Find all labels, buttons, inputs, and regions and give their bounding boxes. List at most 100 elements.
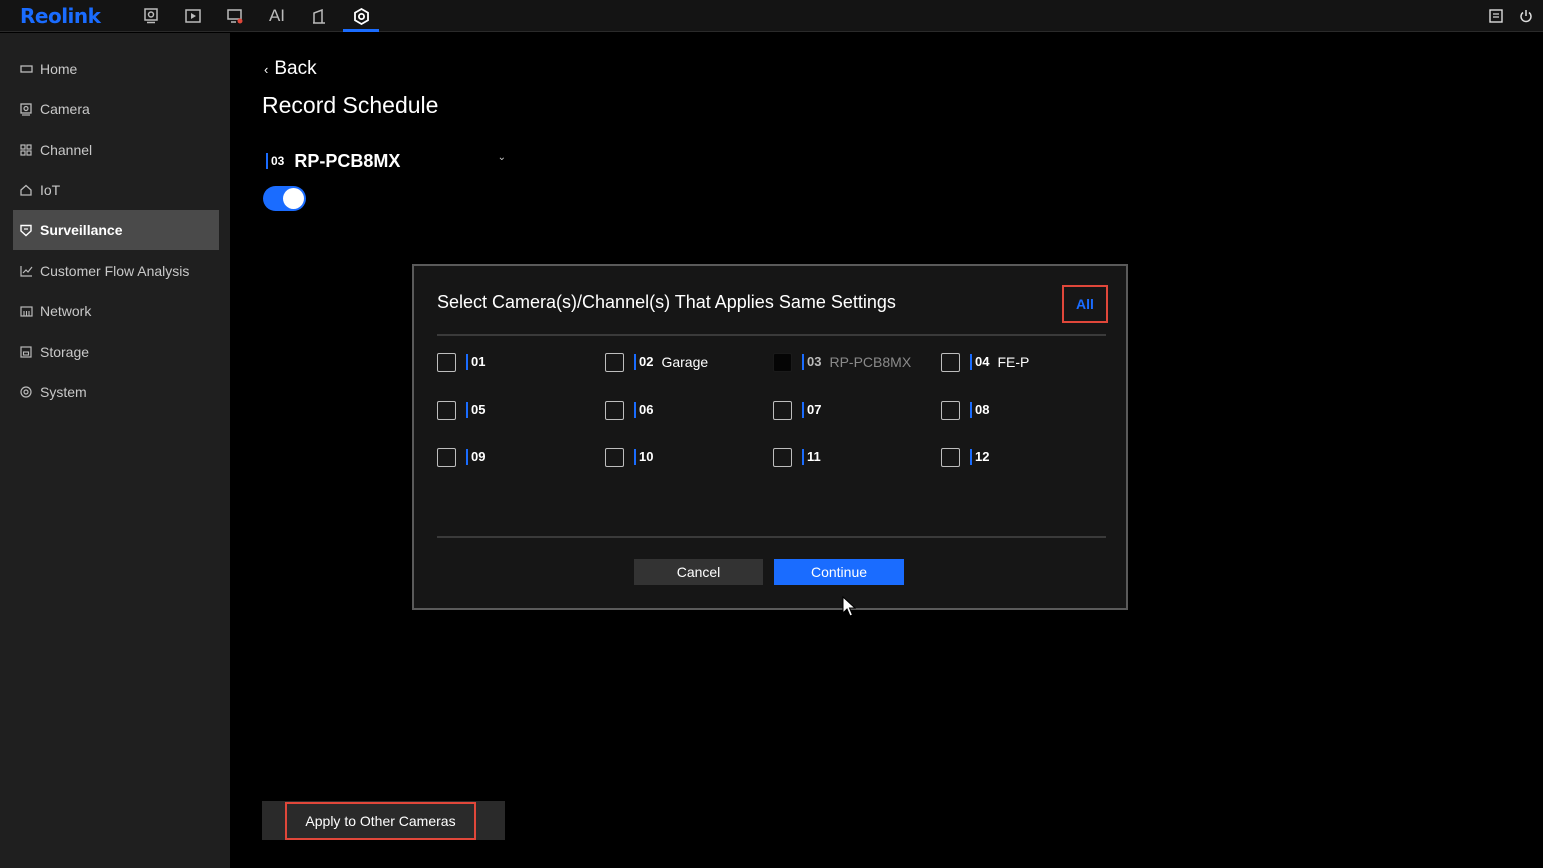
notes-button[interactable] xyxy=(1489,9,1503,23)
chart-icon xyxy=(19,264,33,278)
power-icon xyxy=(1520,10,1532,23)
sidebar-item-camera[interactable]: Camera xyxy=(13,89,219,129)
channel-option-number: 12 xyxy=(970,449,989,465)
nav-playback[interactable] xyxy=(172,0,214,32)
nav-alarm[interactable] xyxy=(214,0,256,32)
channel-option-number: 10 xyxy=(634,449,653,465)
storage-icon xyxy=(19,345,33,359)
apply-to-other-cameras-button[interactable]: Apply to Other Cameras xyxy=(285,802,476,840)
divider xyxy=(437,536,1106,538)
reolink-logo: Reolink xyxy=(20,4,101,28)
sidebar-item-home[interactable]: Home xyxy=(13,49,219,89)
apply-settings-dialog: Select Camera(s)/Channel(s) That Applies… xyxy=(412,264,1128,617)
sidebar-item-label: Network xyxy=(40,303,92,319)
checkbox[interactable] xyxy=(605,447,624,467)
sidebar-item-customer-flow-analysis[interactable]: Customer Flow Analysis xyxy=(13,251,219,291)
sidebar-item-iot[interactable]: IoT xyxy=(13,170,219,210)
checkbox[interactable] xyxy=(437,352,456,372)
sidebar: Home Camera Channel IoT Surveillance Cus… xyxy=(0,33,230,868)
sidebar-item-label: Camera xyxy=(40,101,90,117)
checkbox[interactable] xyxy=(605,400,624,420)
channel-option-08[interactable]: 08 xyxy=(941,400,989,420)
channel-option-05[interactable]: 05 xyxy=(437,400,485,420)
channel-option-number: 08 xyxy=(970,402,989,418)
channel-option-04[interactable]: 04 FE-P xyxy=(941,352,1029,372)
playback-icon xyxy=(185,9,201,23)
channel-option-number: 11 xyxy=(802,449,821,465)
checkbox[interactable] xyxy=(437,400,456,420)
record-schedule-toggle[interactable] xyxy=(263,186,306,211)
ai-icon: AI xyxy=(268,6,286,25)
channel-number: 03 xyxy=(266,153,284,169)
top-right-actions xyxy=(1489,0,1533,32)
checkbox[interactable] xyxy=(941,447,960,467)
channel-option-name: RP-PCB8MX xyxy=(829,354,912,370)
nav-live-view[interactable] xyxy=(130,0,172,32)
sidebar-item-system[interactable]: System xyxy=(13,372,219,412)
checkbox[interactable] xyxy=(437,447,456,467)
channel-select[interactable]: 03 RP-PCB8MX ⌄ xyxy=(266,148,506,174)
checkbox xyxy=(773,352,792,372)
channel-option-number: 09 xyxy=(466,449,485,465)
top-bar: Reolink AI xyxy=(0,0,1543,32)
channel-option-09[interactable]: 09 xyxy=(437,447,485,467)
checkbox[interactable] xyxy=(773,447,792,467)
channel-option-number: 04 xyxy=(970,354,989,370)
nav-door[interactable] xyxy=(298,0,340,32)
camera-icon xyxy=(19,102,33,116)
sidebar-item-label: Customer Flow Analysis xyxy=(40,263,190,279)
channel-option-number: 01 xyxy=(466,354,485,370)
channel-name: RP-PCB8MX xyxy=(294,150,401,171)
checkbox[interactable] xyxy=(941,352,960,372)
sidebar-item-channel[interactable]: Channel xyxy=(13,130,219,170)
iot-icon xyxy=(19,183,33,197)
select-all-button[interactable]: All xyxy=(1062,285,1108,323)
dialog-title: Select Camera(s)/Channel(s) That Applies… xyxy=(437,292,896,312)
sidebar-item-storage[interactable]: Storage xyxy=(13,332,219,372)
channel-option-11[interactable]: 11 xyxy=(773,447,821,467)
sidebar-item-label: Surveillance xyxy=(40,222,123,238)
divider xyxy=(437,334,1106,336)
channel-option-number: 06 xyxy=(634,402,653,418)
channel-option-number: 05 xyxy=(466,402,485,418)
channel-option-number: 03 xyxy=(802,354,821,370)
channel-option-01[interactable]: 01 xyxy=(437,352,493,372)
sidebar-item-label: Home xyxy=(40,61,78,77)
sidebar-item-surveillance[interactable]: Surveillance xyxy=(13,210,219,250)
checkbox[interactable] xyxy=(605,352,624,372)
page-title: Record Schedule xyxy=(262,92,439,118)
door-icon xyxy=(313,8,325,24)
notes-icon xyxy=(1489,9,1503,23)
chevron-left-icon: ‹ xyxy=(264,61,269,77)
sidebar-item-network[interactable]: Network xyxy=(13,291,219,331)
cancel-button[interactable]: Cancel xyxy=(634,559,763,585)
camera-icon xyxy=(144,8,158,24)
back-label: Back xyxy=(274,58,317,79)
sidebar-item-label: Storage xyxy=(40,344,90,360)
channel-option-03: 03 RP-PCB8MX xyxy=(773,352,911,372)
channel-option-number: 02 xyxy=(634,354,653,370)
shield-icon xyxy=(19,223,33,237)
channel-option-12[interactable]: 12 xyxy=(941,447,989,467)
settings-icon xyxy=(353,7,369,25)
channel-option-10[interactable]: 10 xyxy=(605,447,653,467)
channel-option-name: Garage xyxy=(661,354,709,370)
network-icon xyxy=(19,304,33,318)
toggle-knob xyxy=(283,188,304,209)
checkbox[interactable] xyxy=(773,400,792,420)
continue-button[interactable]: Continue xyxy=(774,559,904,585)
sidebar-item-label: IoT xyxy=(40,182,61,198)
top-nav: AI xyxy=(130,0,382,32)
channel-icon xyxy=(19,143,33,157)
nav-ai[interactable]: AI xyxy=(256,0,298,32)
power-button[interactable] xyxy=(1519,9,1533,23)
channel-option-07[interactable]: 07 xyxy=(773,400,821,420)
channel-option-02[interactable]: 02 Garage xyxy=(605,352,708,372)
back-link[interactable]: ‹ Back xyxy=(264,58,317,80)
mouse-cursor-icon xyxy=(842,596,856,617)
checkbox[interactable] xyxy=(941,400,960,420)
alarm-icon xyxy=(227,8,243,23)
channel-option-06[interactable]: 06 xyxy=(605,400,653,420)
channel-option-number: 07 xyxy=(802,402,821,418)
nav-settings[interactable] xyxy=(340,0,382,32)
